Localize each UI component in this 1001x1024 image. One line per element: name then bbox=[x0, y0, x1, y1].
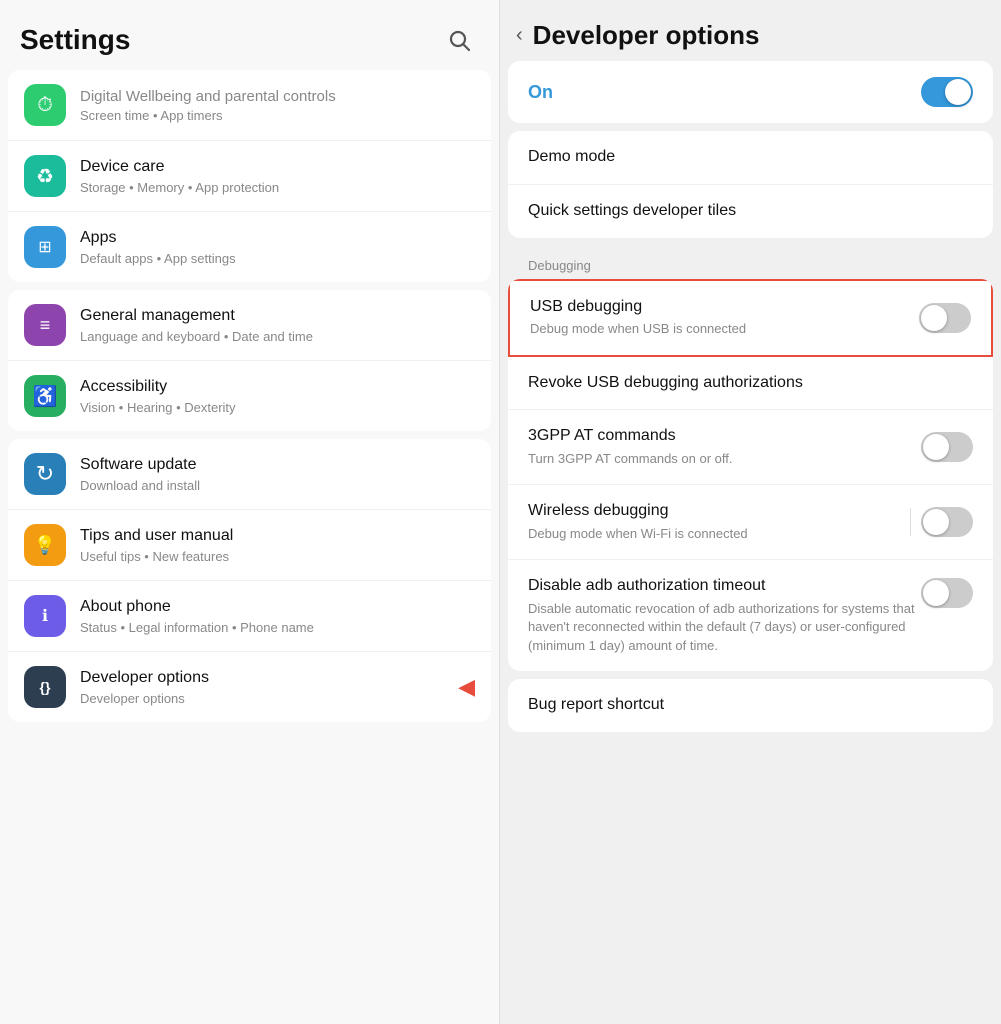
about-phone-title: About phone bbox=[80, 597, 475, 618]
on-toggle[interactable] bbox=[921, 77, 973, 107]
digital-wellbeing-title: Digital Wellbeing and parental controls bbox=[80, 87, 475, 107]
accessibility-title: Accessibility bbox=[80, 377, 475, 398]
on-section: On bbox=[508, 61, 993, 123]
developer-options-title: Developer options bbox=[533, 20, 760, 51]
accessibility-icon: ♿ bbox=[24, 375, 66, 417]
sidebar-item-device-care[interactable]: ♻ Device care Storage • Memory • App pro… bbox=[8, 141, 491, 212]
top-items-section: Demo mode Quick settings developer tiles bbox=[508, 131, 993, 238]
developer-options-subtitle: Developer options bbox=[80, 691, 450, 706]
developer-options-header: ‹ Developer options bbox=[500, 0, 1001, 61]
software-update-title: Software update bbox=[80, 455, 475, 476]
accessibility-subtitle: Vision • Hearing • Dexterity bbox=[80, 400, 475, 415]
device-care-subtitle: Storage • Memory • App protection bbox=[80, 180, 475, 195]
sidebar-item-software-update[interactable]: ↻ Software update Download and install bbox=[8, 439, 491, 510]
wireless-debugging-toggle[interactable] bbox=[921, 507, 973, 537]
digital-wellbeing-subtitle: Screen time • App timers bbox=[80, 108, 475, 123]
apps-icon: ⊞ bbox=[24, 226, 66, 268]
3gpp-title: 3GPP AT commands bbox=[528, 426, 921, 447]
disable-adb-subtitle: Disable automatic revocation of adb auth… bbox=[528, 600, 921, 655]
about-phone-subtitle: Status • Legal information • Phone name bbox=[80, 620, 475, 635]
more-section: Bug report shortcut bbox=[508, 679, 993, 732]
disable-adb-item[interactable]: Disable adb authorization timeout Disabl… bbox=[508, 560, 993, 670]
sidebar-item-tips-manual[interactable]: 💡 Tips and user manual Useful tips • New… bbox=[8, 510, 491, 581]
developer-options-content: On Demo mode Quick settings developer ti… bbox=[500, 61, 1001, 1024]
sidebar-item-general-management[interactable]: ≡ General management Language and keyboa… bbox=[8, 290, 491, 361]
wireless-toggle-thumb bbox=[923, 509, 949, 535]
settings-group-3: ↻ Software update Download and install 💡… bbox=[8, 439, 491, 722]
sidebar-item-developer-options[interactable]: {} Developer options Developer options ◀ bbox=[8, 652, 491, 722]
quick-settings-title: Quick settings developer tiles bbox=[528, 201, 973, 222]
developer-options-icon: {} bbox=[24, 666, 66, 708]
general-management-subtitle: Language and keyboard • Date and time bbox=[80, 329, 475, 344]
software-update-icon: ↻ bbox=[24, 453, 66, 495]
debugging-section-label: Debugging bbox=[508, 246, 993, 279]
usb-debugging-toggle[interactable] bbox=[919, 303, 971, 333]
settings-list: ⏱ Digital Wellbeing and parental control… bbox=[0, 70, 499, 1024]
revoke-usb-title: Revoke USB debugging authorizations bbox=[528, 373, 973, 394]
wireless-debugging-title: Wireless debugging bbox=[528, 501, 900, 522]
on-label: On bbox=[528, 82, 553, 103]
sidebar-item-about-phone[interactable]: ℹ About phone Status • Legal information… bbox=[8, 581, 491, 652]
wireless-debugging-subtitle: Debug mode when Wi-Fi is connected bbox=[528, 525, 900, 543]
about-phone-icon: ℹ bbox=[24, 595, 66, 637]
usb-debugging-item[interactable]: USB debugging Debug mode when USB is con… bbox=[508, 279, 993, 357]
settings-header: Settings bbox=[0, 0, 499, 70]
red-arrow-icon: ◀ bbox=[458, 674, 475, 700]
debugging-section: USB debugging Debug mode when USB is con… bbox=[508, 279, 993, 671]
settings-title: Settings bbox=[20, 24, 130, 56]
general-management-icon: ≡ bbox=[24, 304, 66, 346]
toggle-thumb bbox=[945, 79, 971, 105]
revoke-usb-item[interactable]: Revoke USB debugging authorizations bbox=[508, 357, 993, 411]
apps-subtitle: Default apps • App settings bbox=[80, 251, 475, 266]
sidebar-item-accessibility[interactable]: ♿ Accessibility Vision • Hearing • Dexte… bbox=[8, 361, 491, 431]
tips-manual-subtitle: Useful tips • New features bbox=[80, 549, 475, 564]
demo-mode-item[interactable]: Demo mode bbox=[508, 131, 993, 185]
bug-report-title: Bug report shortcut bbox=[528, 695, 973, 716]
3gpp-toggle[interactable] bbox=[921, 432, 973, 462]
general-management-title: General management bbox=[80, 306, 475, 327]
developer-options-title: Developer options bbox=[80, 668, 450, 689]
tips-manual-icon: 💡 bbox=[24, 524, 66, 566]
3gpp-item[interactable]: 3GPP AT commands Turn 3GPP AT commands o… bbox=[508, 410, 993, 485]
3gpp-toggle-thumb bbox=[923, 434, 949, 460]
settings-panel: Settings ⏱ Digital Wellbeing and parenta… bbox=[0, 0, 500, 1024]
usb-toggle-thumb bbox=[921, 305, 947, 331]
disable-adb-toggle[interactable] bbox=[921, 578, 973, 608]
demo-mode-title: Demo mode bbox=[528, 147, 973, 168]
software-update-subtitle: Download and install bbox=[80, 478, 475, 493]
settings-group-2: ≡ General management Language and keyboa… bbox=[8, 290, 491, 431]
digital-wellbeing-icon: ⏱ bbox=[24, 84, 66, 126]
tips-manual-title: Tips and user manual bbox=[80, 526, 475, 547]
developer-options-panel: ‹ Developer options On Demo mode Quick s… bbox=[500, 0, 1001, 1024]
bug-report-item[interactable]: Bug report shortcut bbox=[508, 679, 993, 732]
usb-debugging-subtitle: Debug mode when USB is connected bbox=[530, 320, 919, 338]
settings-group-1: ⏱ Digital Wellbeing and parental control… bbox=[8, 70, 491, 282]
separator bbox=[910, 508, 911, 536]
apps-title: Apps bbox=[80, 228, 475, 249]
device-care-title: Device care bbox=[80, 157, 475, 178]
wireless-debugging-item[interactable]: Wireless debugging Debug mode when Wi-Fi… bbox=[508, 485, 993, 560]
back-button[interactable]: ‹ bbox=[516, 24, 523, 47]
quick-settings-item[interactable]: Quick settings developer tiles bbox=[508, 185, 993, 238]
3gpp-subtitle: Turn 3GPP AT commands on or off. bbox=[528, 450, 921, 468]
device-care-icon: ♻ bbox=[24, 155, 66, 197]
search-button[interactable] bbox=[439, 20, 479, 60]
usb-debugging-title: USB debugging bbox=[530, 297, 919, 318]
sidebar-item-apps[interactable]: ⊞ Apps Default apps • App settings bbox=[8, 212, 491, 282]
disable-adb-title: Disable adb authorization timeout bbox=[528, 576, 921, 597]
disable-adb-toggle-thumb bbox=[923, 580, 949, 606]
sidebar-item-digital-wellbeing[interactable]: ⏱ Digital Wellbeing and parental control… bbox=[8, 70, 491, 141]
